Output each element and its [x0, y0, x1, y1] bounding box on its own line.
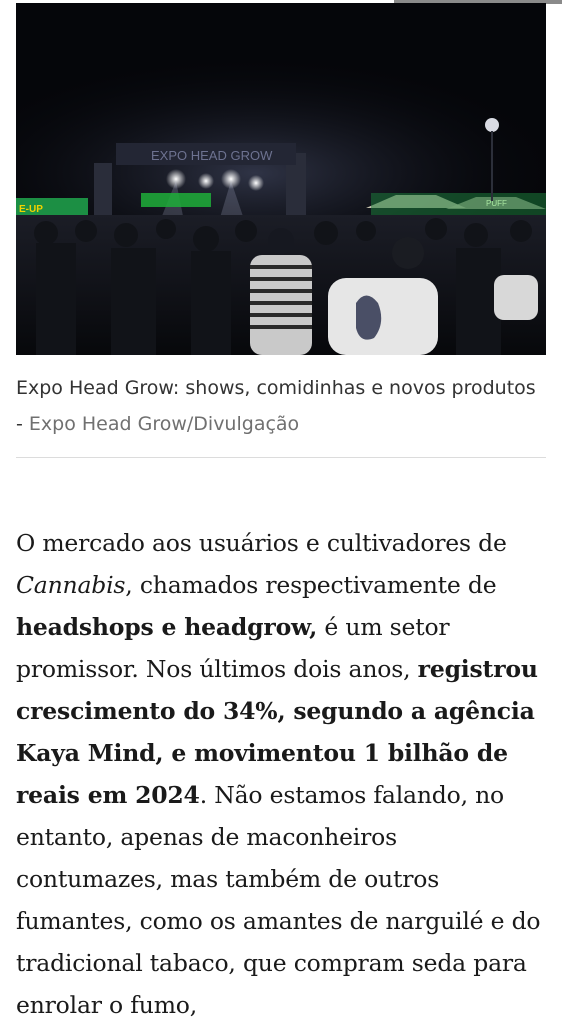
stage-sign: EXPO HEAD GROW	[151, 148, 273, 163]
article-body: O mercado aos usuários e cultivadores de…	[16, 522, 551, 1026]
photo-caption: Expo Head Grow: shows, comidinhas e novo…	[16, 370, 536, 442]
banner-left-text: E-UP	[19, 204, 43, 215]
article-photo: EXPO HEAD GROW E-UP PUFF	[16, 3, 546, 355]
photo-credit: Expo Head Grow/Divulgação	[28, 413, 300, 435]
caption-separator: -	[16, 413, 29, 435]
caption-divider	[16, 457, 546, 458]
cannabis-italic: Cannabis	[16, 571, 126, 599]
paragraph-text: , chamados respectivamente de	[125, 571, 497, 599]
paragraph-text: O mercado aos usuários e cultivadores de	[16, 529, 507, 557]
article-paragraph: O mercado aos usuários e cultivadores de…	[16, 522, 551, 1026]
banner-right-text: PUFF	[486, 199, 507, 208]
paragraph-text: . Não estamos falando, no entanto, apena…	[16, 781, 541, 1019]
caption-text: Expo Head Grow: shows, comidinhas e novo…	[16, 377, 536, 399]
concert-crowd-image: EXPO HEAD GROW E-UP PUFF	[16, 3, 546, 355]
headshops-bold: headshops e headgrow,	[16, 613, 318, 641]
